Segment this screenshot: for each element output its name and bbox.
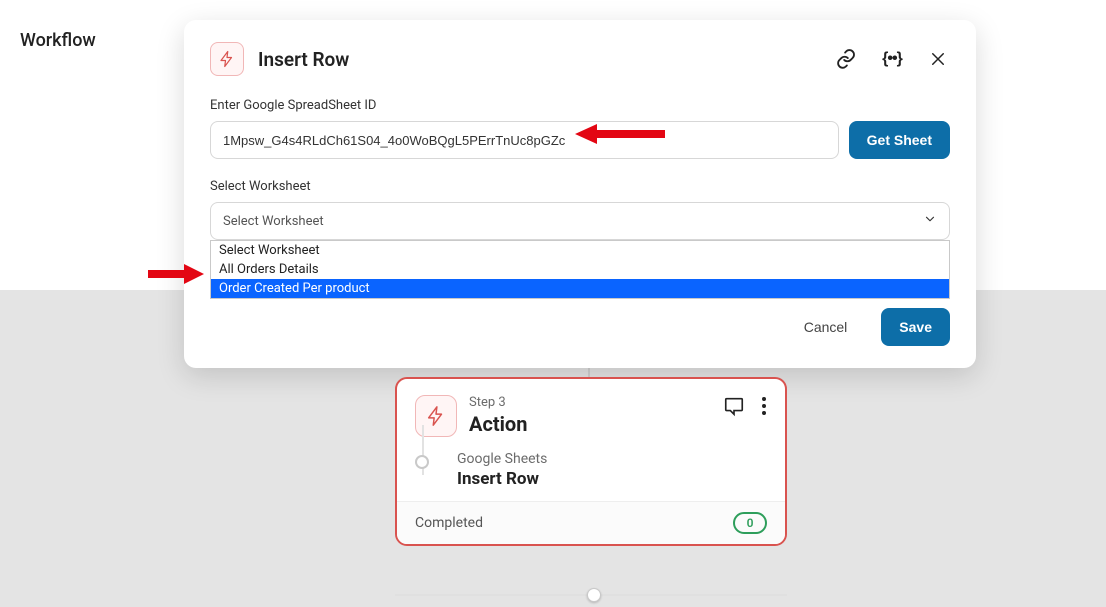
step-label: Step 3 — [469, 395, 527, 410]
worksheet-option[interactable]: Select Worksheet — [211, 241, 949, 260]
page-title: Workflow — [20, 30, 96, 51]
insert-row-modal: Insert Row {••} Enter Google SpreadSheet… — [184, 20, 976, 368]
action-bolt-icon — [210, 42, 244, 76]
timeline-node-icon — [415, 455, 429, 469]
status-text: Completed — [415, 515, 483, 531]
step-slider[interactable] — [395, 594, 787, 596]
action-name: Insert Row — [457, 469, 767, 489]
kebab-menu-icon[interactable] — [761, 396, 767, 420]
modal-header: Insert Row {••} — [210, 42, 950, 76]
link-icon[interactable] — [834, 47, 858, 71]
comment-icon[interactable] — [723, 395, 745, 421]
spreadsheet-id-label: Enter Google SpreadSheet ID — [210, 98, 950, 113]
slider-thumb-icon[interactable] — [587, 588, 601, 602]
modal-header-left: Insert Row — [210, 42, 349, 76]
save-button[interactable]: Save — [881, 308, 950, 346]
variables-icon[interactable]: {••} — [880, 47, 904, 71]
cancel-button[interactable]: Cancel — [786, 308, 866, 346]
worksheet-option[interactable]: All Orders Details — [211, 260, 949, 279]
worksheet-select-value: Select Worksheet — [223, 214, 324, 229]
worksheet-label: Select Worksheet — [210, 179, 950, 194]
status-count-badge: 0 — [733, 512, 767, 534]
modal-title: Insert Row — [258, 48, 349, 71]
step-title: Action — [469, 412, 527, 436]
worksheet-select[interactable]: Select Worksheet — [210, 202, 950, 240]
worksheet-option[interactable]: Order Created Per product — [211, 279, 949, 298]
flow-step-card[interactable]: Step 3 Action Google Sheets Insert Row — [395, 377, 787, 546]
status-count: 0 — [747, 516, 754, 530]
close-icon[interactable] — [926, 47, 950, 71]
chevron-down-icon — [923, 212, 937, 230]
worksheet-dropdown: Select Worksheet All Orders Details Orde… — [210, 240, 950, 299]
spreadsheet-id-input[interactable] — [210, 121, 839, 159]
service-name: Google Sheets — [457, 451, 767, 467]
get-sheet-button[interactable]: Get Sheet — [849, 121, 950, 159]
